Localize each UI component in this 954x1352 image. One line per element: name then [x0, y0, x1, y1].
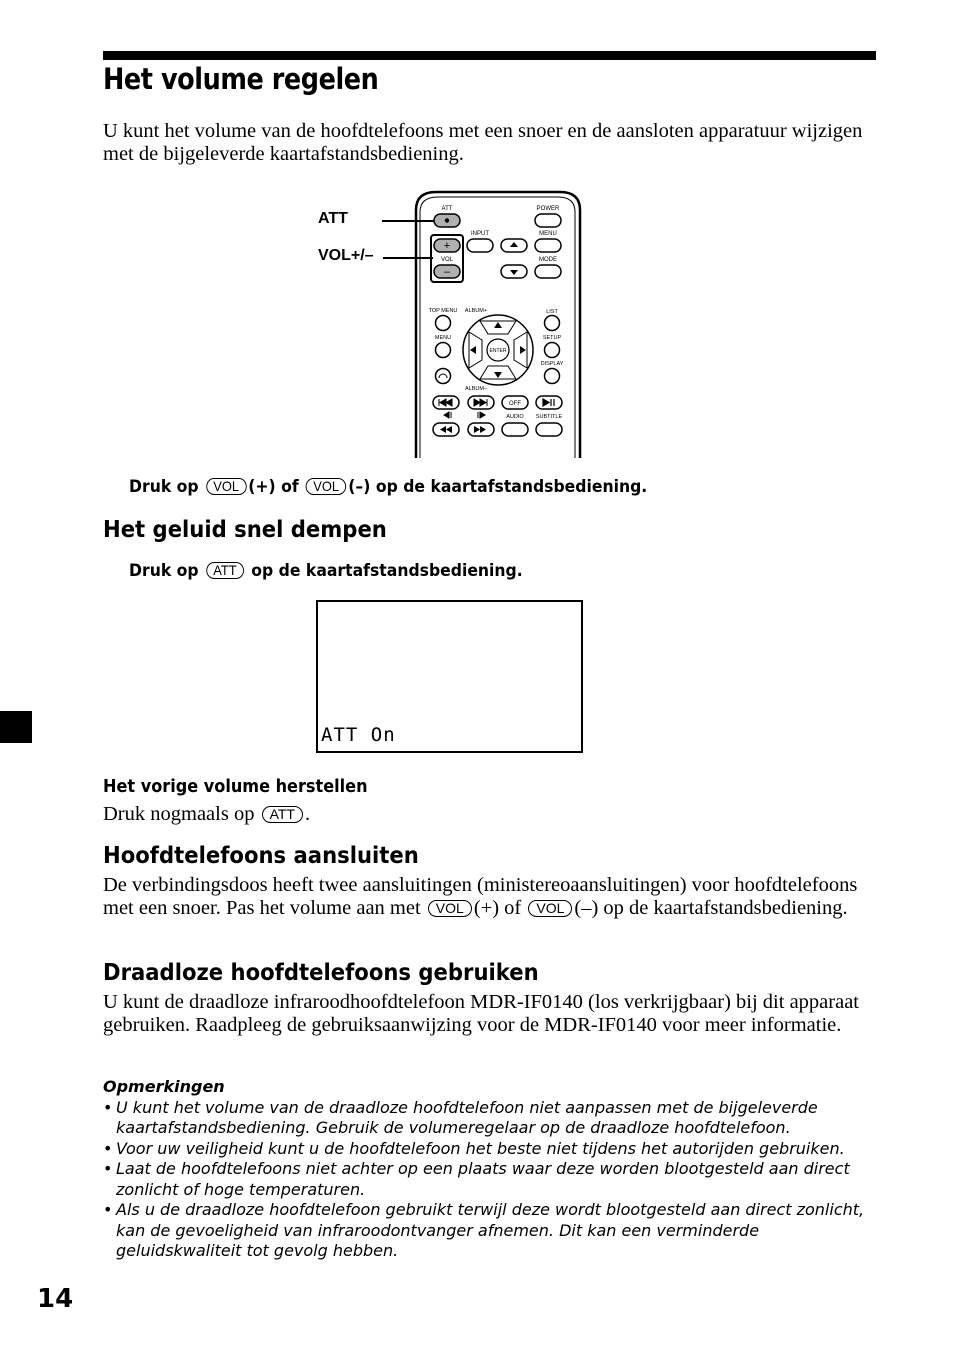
label-enter: ENTER — [490, 348, 507, 354]
connect-text-3: (–) op de kaartafstandsbediening. — [574, 897, 848, 919]
input-button — [466, 238, 494, 253]
mode-button — [534, 264, 562, 279]
callout-vol: VOL+/– — [318, 247, 374, 265]
note-text: Als u de draadloze hoofdtelefoon gebruik… — [116, 1200, 865, 1260]
heading-wireless: Draadloze hoofdtelefoons gebruiken — [103, 960, 539, 986]
display-screen: ATT On — [316, 600, 583, 753]
vol-minus-glyph: – — [444, 266, 451, 278]
intro-paragraph: U kunt het volume van de hoofdtelefoons … — [103, 120, 863, 165]
menu-button — [434, 341, 452, 359]
label-top-menu: TOP MENU — [429, 308, 458, 314]
slow-forward-icon — [477, 411, 486, 419]
connect-text-2: (+) of — [473, 897, 522, 919]
vol-key: VOL — [305, 478, 347, 495]
page-number: 14 — [37, 1284, 74, 1314]
remote-control-figure: ATT POWER + VOL – INPUT MENU MODE TOP ME… — [414, 190, 582, 458]
att-dot-icon — [444, 218, 450, 223]
restore-volume-text: Druk nogmaals op ATT. — [103, 803, 883, 826]
label-power: POWER — [537, 206, 560, 212]
bullet-icon: • — [103, 1097, 113, 1117]
step-volume: Druk op VOL (+) of VOL (–) op de kaartafst… — [129, 477, 647, 497]
vol-plus-glyph: + — [444, 240, 450, 252]
note-item: • Voor uw veiligheid kunt u de hoofdtelef… — [103, 1139, 883, 1160]
label-menu: MENU — [435, 335, 451, 341]
callout-att: ATT — [318, 210, 348, 228]
slow-back-icon — [443, 411, 452, 419]
notes-title: Opmerkingen — [103, 1077, 225, 1096]
note-item: • U kunt het volume van de draadloze hoof… — [103, 1098, 883, 1139]
label-list: LIST — [546, 309, 558, 315]
heading-mute: Het geluid snel dempen — [103, 517, 387, 543]
top-menu-button — [434, 314, 452, 332]
label-off: OFF — [509, 401, 521, 407]
header-rule — [103, 51, 876, 60]
label-menu-top: MENU — [539, 231, 557, 237]
page-title: Het volume regelen — [103, 62, 379, 96]
display-text: ATT On — [321, 724, 396, 746]
step-volume-middle: (+) of — [248, 477, 299, 497]
callout-att-label: ATT — [318, 210, 348, 227]
label-input: INPUT — [471, 231, 489, 237]
label-album-plus: ALBUM+ — [465, 308, 487, 314]
att-key: ATT — [261, 806, 303, 823]
connect-paragraph: De verbindingsdoos heeft twee aansluitin… — [103, 874, 883, 920]
step-volume-suffix: (–) op de kaartafstandsbediening. — [348, 477, 648, 497]
setup-button — [543, 341, 561, 359]
notes: Opmerkingen • U kunt het volume van de dr… — [103, 1077, 883, 1262]
display-button — [543, 367, 561, 385]
return-button — [434, 367, 452, 385]
label-mode: MODE — [539, 257, 557, 263]
label-setup: SETUP — [543, 335, 562, 341]
menu-top-button — [534, 238, 562, 253]
label-subtitle: SUBTITLE — [536, 414, 563, 420]
bullet-icon: • — [103, 1200, 113, 1219]
step-mute: Druk op ATT op de kaartafstandsbediening… — [129, 561, 523, 581]
vol-key: VOL — [528, 900, 573, 917]
restore-suffix: . — [304, 803, 311, 825]
heading-restore-volume: Het vorige volume herstellen — [103, 777, 368, 797]
bullet-icon: • — [103, 1138, 113, 1158]
audio-button — [501, 422, 529, 437]
att-key: ATT — [205, 562, 244, 579]
step-mute-suffix: op de kaartafstandsbediening. — [251, 561, 523, 581]
label-display: DISPLAY — [541, 361, 564, 367]
label-album-minus: ALBUM– — [465, 386, 488, 392]
label-att: ATT — [442, 206, 453, 212]
restore-prefix: Druk nogmaals op — [103, 803, 255, 825]
label-audio: AUDIO — [506, 414, 524, 420]
wireless-paragraph: U kunt de draadloze infraroodhoofdtelefo… — [103, 991, 859, 1036]
note-item: • Laat de hoofdtelefoons niet achter op e… — [103, 1159, 883, 1200]
step-mute-prefix: Druk op — [129, 561, 199, 581]
note-text: Laat de hoofdtelefoons niet achter op ee… — [116, 1159, 850, 1199]
vol-key: VOL — [205, 478, 247, 495]
heading-connect: Hoofdtelefoons aansluiten — [103, 843, 419, 869]
step-volume-prefix: Druk op — [129, 477, 199, 497]
vol-key: VOL — [427, 900, 472, 917]
section-tab-marker — [0, 711, 32, 743]
bullet-icon: • — [103, 1159, 113, 1178]
note-text: U kunt het volume van de draadloze hoofd… — [116, 1097, 818, 1138]
power-button — [534, 213, 562, 228]
note-item: • Als u de draadloze hoofdtelefoon gebrui… — [103, 1200, 883, 1262]
callout-vol-label: VOL+/– — [318, 247, 374, 264]
subtitle-button — [535, 422, 563, 437]
note-text: Voor uw veiligheid kunt u de hoofdtelefo… — [116, 1138, 845, 1158]
list-button — [543, 314, 561, 332]
label-vol: VOL — [441, 257, 454, 263]
